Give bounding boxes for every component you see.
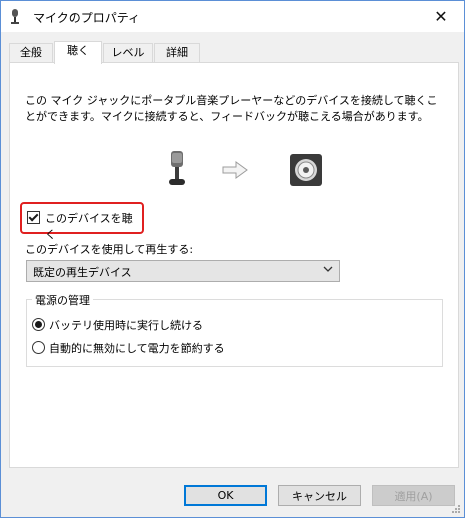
microphone-device-icon [169, 151, 185, 185]
power-management-group: 電源の管理 バッテリ使用時に実行し続ける 自動的に無効にして電力を節約する [26, 292, 443, 367]
playback-device-select[interactable]: 既定の再生デバイス [26, 260, 340, 282]
speaker-icon [290, 154, 322, 186]
microphone-icon [11, 9, 19, 24]
close-icon: ✕ [434, 7, 448, 26]
power-management-title: 電源の管理 [32, 292, 93, 308]
tab-general[interactable]: 全般 [9, 43, 53, 62]
cancel-button[interactable]: キャンセル [278, 485, 361, 506]
listen-panel: この マイク ジャックにポータブル音楽プレーヤーなどのデバイスを接続して聴くこと… [9, 62, 459, 468]
window-title: マイクのプロパティ [33, 11, 141, 25]
tab-advanced[interactable]: 詳細 [154, 43, 200, 62]
title-bar[interactable]: マイクのプロパティ ✕ [1, 1, 464, 32]
tab-listen[interactable]: 聴く [54, 41, 102, 64]
arrow-right-icon [222, 161, 248, 179]
apply-button[interactable]: 適用(A) [372, 485, 455, 506]
close-button[interactable]: ✕ [418, 1, 464, 32]
tab-levels[interactable]: レベル [103, 43, 153, 62]
resize-grip-icon[interactable] [451, 504, 461, 514]
listen-checkbox-highlight: このデバイスを聴く [20, 202, 144, 241]
playback-device-value: 既定の再生デバイス [33, 266, 132, 279]
radio-keep-running[interactable] [32, 318, 45, 331]
listen-checkbox-label[interactable]: このデバイスを聴く [45, 210, 142, 242]
ok-button[interactable]: OK [184, 485, 267, 506]
radio-keep-running-label[interactable]: バッテリ使用時に実行し続ける [49, 317, 203, 333]
radio-power-saving-label[interactable]: 自動的に無効にして電力を節約する [49, 340, 225, 356]
listen-checkbox[interactable] [27, 211, 40, 224]
chevron-down-icon [323, 266, 333, 272]
playback-device-label: このデバイスを使用して再生する: [25, 243, 194, 256]
listen-description: この マイク ジャックにポータブル音楽プレーヤーなどのデバイスを接続して聴くこと… [25, 94, 438, 123]
radio-power-saving[interactable] [32, 341, 45, 354]
device-illustration [10, 151, 458, 191]
properties-dialog: マイクのプロパティ ✕ 全般 聴く レベル 詳細 この マイク ジャックにポータ… [0, 0, 465, 518]
